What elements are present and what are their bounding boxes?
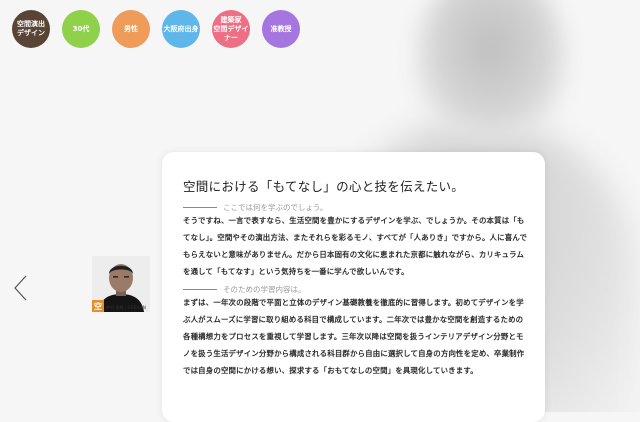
card-title: 空間における「もてなし」の心と技を伝えたい。 xyxy=(183,179,465,194)
answer-1: そうですね、一言で表すなら、生活空間を豊かにするデザインを学ぶ、でしょうか。その… xyxy=(183,216,528,276)
avatar[interactable]: 空 中村 直樹 / ©KEISAN xyxy=(92,256,150,312)
avatar-caption: 中村 直樹 / ©KEISAN xyxy=(106,305,146,310)
tag-category: 空間演出 デザイン xyxy=(12,10,50,48)
answer-2: まずは、一年次の段階で平面と立体のデザイン基礎教養を徹底的に習得します。初めてデ… xyxy=(183,298,525,375)
avatar-badge: 空 xyxy=(92,300,104,312)
tag-hometown: 大阪府出身 xyxy=(162,10,200,48)
tag-gender: 男性 xyxy=(112,10,150,48)
question-rule xyxy=(183,289,217,290)
profile-tags: 空間演出 デザイン 30代 男性 大阪府出身 建築家 空間デザイナー 准教授 xyxy=(12,10,300,48)
tag-position: 准教授 xyxy=(262,10,300,48)
interview-card: 空間における「もてなし」の心と技を伝えたい。 ここでは何を学ぶのでしょう。 そう… xyxy=(162,152,545,422)
background-figure-head xyxy=(416,0,566,140)
tag-profession: 建築家 空間デザイナー xyxy=(212,10,250,48)
question-rule xyxy=(183,207,217,208)
tag-age: 30代 xyxy=(62,10,100,48)
prev-arrow-icon[interactable] xyxy=(12,274,30,302)
